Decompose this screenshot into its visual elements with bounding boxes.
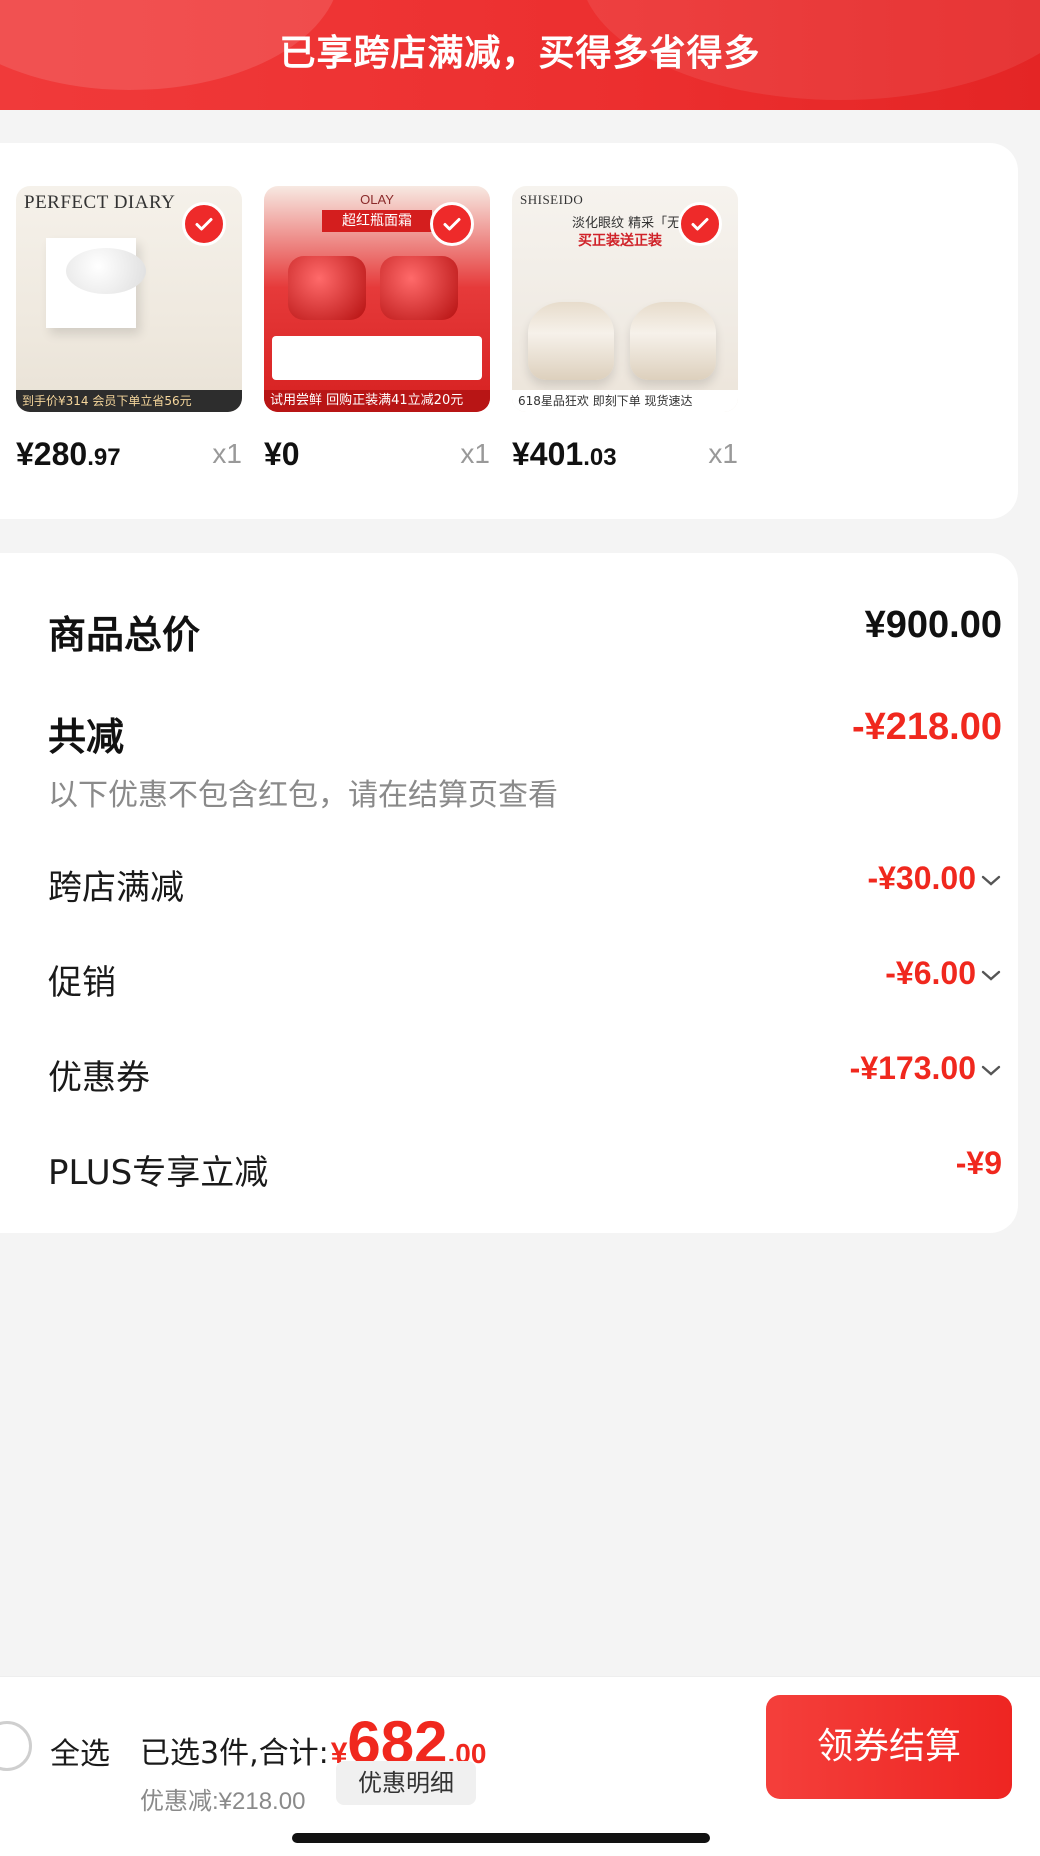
discount-amount-text: 优惠减:¥218.00: [140, 1788, 306, 1815]
promo-banner: 已享跨店满减，买得多省得多: [0, 0, 1040, 110]
select-all-radio[interactable]: [0, 1721, 32, 1771]
discount-note: 以下优惠不包含红包，请在结算页查看: [48, 778, 558, 813]
product-promo-strip: 618星品狂欢 即刻下单 现货速达: [512, 390, 738, 412]
home-indicator: [292, 1833, 710, 1843]
selected-count-text: 已选3件,合计:: [140, 1736, 329, 1771]
selected-products-card: PERFECT DIARY 到手价¥314 会员下单立省56元 ¥280.97 …: [0, 143, 1018, 519]
discount-detail-button[interactable]: 优惠明细: [336, 1761, 476, 1805]
checkout-button[interactable]: 领券结算: [766, 1695, 1012, 1799]
selected-check-icon[interactable]: [678, 202, 722, 246]
brand-logo: PERFECT DIARY: [24, 192, 176, 213]
product-item[interactable]: SHISEIDO 淡化眼纹 精采「无线」 买正装送正装 618星品狂欢 即刻下单…: [512, 186, 738, 480]
discount-value: -¥9: [955, 1145, 1002, 1181]
discount-label: 促销: [48, 963, 116, 1003]
product-quantity: x1: [212, 438, 242, 469]
discount-label: 跨店满减: [48, 868, 184, 908]
chevron-down-icon[interactable]: [980, 874, 1002, 888]
product-promo-strip: 到手价¥314 会员下单立省56元: [16, 390, 242, 412]
brand-logo: SHISEIDO: [520, 192, 584, 207]
selected-check-icon[interactable]: [430, 202, 474, 246]
product-price: ¥280.97: [16, 436, 121, 472]
discount-value: -¥173.00: [849, 1050, 976, 1086]
total-reduction-label: 共减: [48, 715, 125, 759]
product-thumbnail[interactable]: OLAY 超红瓶面霜 试用尝鲜 回购正装满41立减20元: [264, 186, 490, 412]
product-quantity: x1: [460, 438, 490, 469]
chevron-down-icon[interactable]: [980, 1064, 1002, 1078]
product-promo-strip: 试用尝鲜 回购正装满41立减20元: [264, 390, 490, 412]
checkout-bar: 全选 已选3件,合计: ¥ 682 .00 优惠减:¥218.00 优惠明细 领…: [0, 1676, 1040, 1856]
product-item[interactable]: OLAY 超红瓶面霜 试用尝鲜 回购正装满41立减20元 ¥0 x1: [264, 186, 490, 480]
product-quantity: x1: [708, 438, 738, 469]
total-price-label: 商品总价: [48, 613, 201, 657]
product-thumbnail[interactable]: SHISEIDO 淡化眼纹 精采「无线」 买正装送正装 618星品狂欢 即刻下单…: [512, 186, 738, 412]
selected-check-icon[interactable]: [182, 202, 226, 246]
total-price-value: ¥900.00: [864, 604, 1002, 646]
chevron-down-icon[interactable]: [980, 969, 1002, 983]
total-reduction-value: -¥218.00: [851, 706, 1002, 748]
discount-label: PLUS专享立减: [48, 1153, 269, 1193]
product-price: ¥401.03: [512, 436, 617, 472]
select-all-label[interactable]: 全选: [50, 1729, 110, 1773]
product-thumbnail[interactable]: PERFECT DIARY 到手价¥314 会员下单立省56元: [16, 186, 242, 412]
discount-label: 优惠券: [48, 1058, 150, 1098]
discount-value: -¥6.00: [885, 955, 976, 991]
product-price: ¥0: [264, 436, 300, 472]
product-tag: 超红瓶面霜: [322, 210, 432, 232]
banner-title: 已享跨店满减，买得多省得多: [279, 33, 761, 74]
discount-value: -¥30.00: [867, 860, 976, 896]
product-headline-offer: 买正装送正装: [578, 233, 662, 249]
product-item[interactable]: PERFECT DIARY 到手价¥314 会员下单立省56元 ¥280.97 …: [16, 186, 242, 480]
